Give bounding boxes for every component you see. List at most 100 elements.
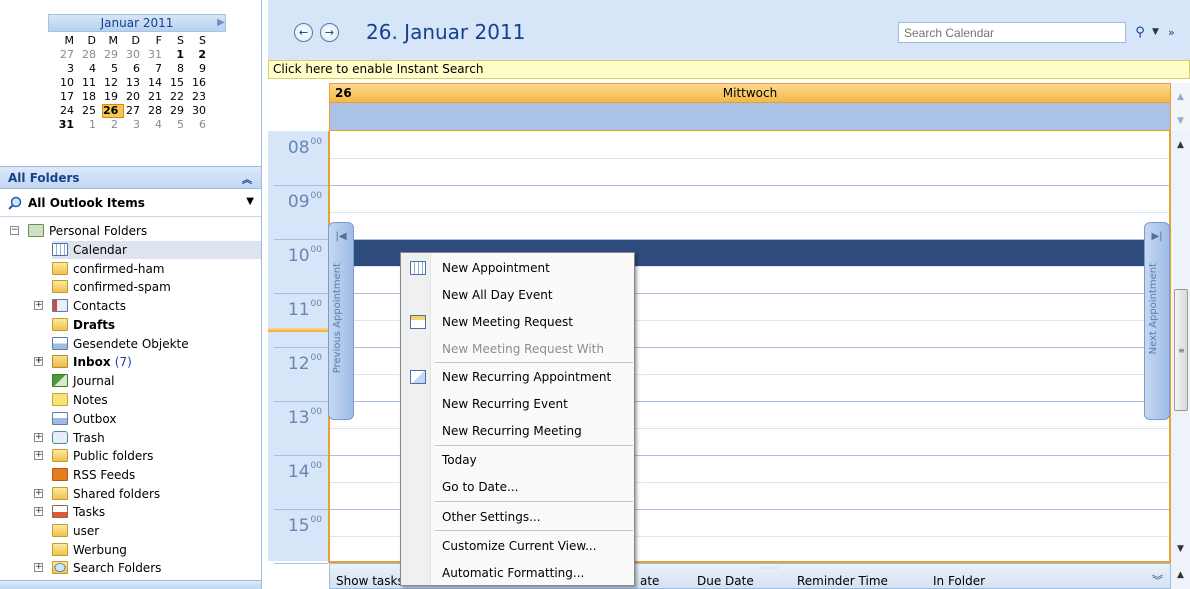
scroll-down-icon[interactable]: ▼ bbox=[1171, 113, 1190, 129]
mini-calendar-day[interactable]: 15 bbox=[168, 76, 190, 90]
mini-calendar-day[interactable]: 27 bbox=[58, 48, 80, 62]
expand-icon[interactable]: + bbox=[34, 357, 43, 366]
expand-icon[interactable]: + bbox=[34, 507, 43, 516]
menu-item-new-recurring-event[interactable]: New Recurring Event bbox=[402, 391, 634, 417]
forward-arrow-icon[interactable]: → bbox=[320, 23, 339, 42]
mini-calendar-day[interactable]: 31 bbox=[58, 118, 80, 132]
folder-user[interactable]: user bbox=[52, 522, 99, 540]
menu-item-new-meeting-request[interactable]: New Meeting Request bbox=[402, 309, 634, 335]
mini-calendar-day[interactable]: 7 bbox=[146, 62, 168, 76]
scrollbar-thumb[interactable]: ≡ bbox=[1174, 289, 1188, 411]
next-appointment-tab[interactable]: ▶| Next Appointment bbox=[1144, 222, 1170, 420]
folder-calendar[interactable]: Calendar bbox=[52, 241, 261, 259]
all-day-event-area[interactable] bbox=[329, 103, 1171, 131]
folder-public[interactable]: + Public folders bbox=[34, 447, 153, 465]
instant-search-bar[interactable]: Click here to enable Instant Search bbox=[268, 60, 1190, 79]
mini-calendar-day[interactable]: 5 bbox=[168, 118, 190, 132]
mini-calendar-day[interactable]: 30 bbox=[190, 104, 212, 118]
mini-calendar-day[interactable]: 19 bbox=[102, 90, 124, 104]
expand-icon[interactable]: + bbox=[34, 563, 43, 572]
folder-outbox[interactable]: Outbox bbox=[52, 410, 116, 428]
scroll-up-icon[interactable]: ▲ bbox=[1171, 567, 1190, 583]
mini-calendar-day[interactable]: 3 bbox=[58, 62, 80, 76]
menu-item-new-recurring-appointment[interactable]: New Recurring Appointment bbox=[402, 364, 634, 390]
mini-calendar-day[interactable]: 6 bbox=[124, 62, 146, 76]
mini-calendar-day[interactable]: 2 bbox=[190, 48, 212, 62]
mini-calendar-day[interactable]: 8 bbox=[168, 62, 190, 76]
mini-calendar-day[interactable]: 14 bbox=[146, 76, 168, 90]
collapse-chevron-icon[interactable]: ︽ bbox=[242, 171, 252, 186]
mini-calendar-day[interactable]: 30 bbox=[124, 48, 146, 62]
folder-personal[interactable]: − Personal Folders bbox=[10, 222, 147, 240]
mini-calendar-day[interactable]: 10 bbox=[58, 76, 80, 90]
folder-confirmed-spam[interactable]: confirmed-spam bbox=[52, 278, 171, 296]
due-date-column[interactable]: Due Date bbox=[697, 574, 754, 588]
folder-trash[interactable]: + Trash bbox=[34, 429, 105, 447]
mini-calendar-day[interactable]: 23 bbox=[190, 90, 212, 104]
next-month-icon[interactable]: ▶ bbox=[214, 15, 228, 31]
show-tasks-label[interactable]: Show tasks bbox=[336, 574, 404, 588]
mini-calendar-day[interactable]: 24 bbox=[58, 104, 80, 118]
folder-rss[interactable]: RSS Feeds bbox=[52, 466, 135, 484]
mini-calendar-day[interactable]: 2 bbox=[102, 118, 124, 132]
mini-calendar-day[interactable]: 18 bbox=[80, 90, 102, 104]
scroll-up-icon[interactable]: ▲ bbox=[1171, 89, 1190, 105]
folder-drafts[interactable]: Drafts bbox=[52, 316, 115, 334]
day-header[interactable]: 26 Mittwoch bbox=[329, 83, 1171, 103]
start-date-column[interactable]: ate bbox=[640, 574, 659, 588]
expand-icon[interactable]: + bbox=[34, 433, 43, 442]
mini-calendar-day[interactable]: 12 bbox=[102, 76, 124, 90]
vertical-scrollbar[interactable]: ▲ ≡ ▼ bbox=[1171, 131, 1190, 563]
expand-icon[interactable]: + bbox=[34, 489, 43, 498]
mini-calendar-day[interactable]: 17 bbox=[58, 90, 80, 104]
mini-calendar-day[interactable]: 16 bbox=[190, 76, 212, 90]
previous-appointment-tab[interactable]: |◀ Previous Appointment bbox=[328, 222, 354, 420]
mini-calendar-day[interactable]: 20 bbox=[124, 90, 146, 104]
folder-werbung[interactable]: Werbung bbox=[52, 541, 127, 559]
search-options-arrow-icon[interactable]: ▼ bbox=[1152, 22, 1162, 43]
mini-calendar-day[interactable]: 5 bbox=[102, 62, 124, 76]
menu-item-go-to-date[interactable]: Go to Date... bbox=[402, 474, 634, 500]
mini-calendar-day[interactable]: 28 bbox=[146, 104, 168, 118]
expand-query-chevron-icon[interactable]: » bbox=[1168, 22, 1175, 43]
menu-item-today[interactable]: Today bbox=[402, 447, 634, 473]
search-icon[interactable]: ⚲ bbox=[1128, 22, 1152, 43]
folder-journal[interactable]: Journal bbox=[52, 372, 115, 390]
mini-calendar-day[interactable]: 9 bbox=[190, 62, 212, 76]
all-folders-header[interactable]: All Folders ︽ bbox=[0, 166, 261, 189]
back-arrow-icon[interactable]: ← bbox=[294, 23, 313, 42]
scroll-down-icon[interactable]: ▼ bbox=[1171, 541, 1190, 557]
folder-sent[interactable]: Gesendete Objekte bbox=[52, 335, 189, 353]
mini-calendar-day[interactable]: 11 bbox=[80, 76, 102, 90]
mini-calendar-day[interactable]: 3 bbox=[124, 118, 146, 132]
task-scrollbar[interactable]: ▲ bbox=[1171, 563, 1190, 589]
expand-icon[interactable]: + bbox=[34, 451, 43, 460]
mini-calendar-day[interactable]: 25 bbox=[80, 104, 102, 118]
folder-confirmed-ham[interactable]: confirmed-ham bbox=[52, 260, 165, 278]
expand-chevron-icon[interactable]: ︾ bbox=[1152, 572, 1163, 588]
menu-item-new-all-day-event[interactable]: New All Day Event bbox=[402, 282, 634, 308]
mini-calendar-day[interactable]: 28 bbox=[80, 48, 102, 62]
folder-inbox[interactable]: + Inbox (7) bbox=[34, 353, 132, 371]
mini-calendar-day[interactable]: 29 bbox=[102, 48, 124, 62]
menu-item-automatic-formatting[interactable]: Automatic Formatting... bbox=[402, 560, 634, 586]
search-input[interactable] bbox=[898, 22, 1126, 43]
folder-tasks[interactable]: + Tasks bbox=[34, 503, 105, 521]
mini-calendar-day[interactable]: 13 bbox=[124, 76, 146, 90]
mini-calendar-day[interactable]: 4 bbox=[146, 118, 168, 132]
dropdown-arrow-icon[interactable]: ▼ bbox=[246, 196, 254, 207]
mini-calendar-day[interactable]: 1 bbox=[80, 118, 102, 132]
menu-item-customize-current-view[interactable]: Customize Current View... bbox=[402, 533, 634, 559]
folder-shared[interactable]: + Shared folders bbox=[34, 485, 160, 503]
all-day-scrollbar[interactable]: ▲ ▼ bbox=[1171, 83, 1190, 131]
mini-calendar-day[interactable]: 4 bbox=[80, 62, 102, 76]
in-folder-column[interactable]: In Folder bbox=[933, 574, 985, 588]
mini-calendar-day[interactable]: 22 bbox=[168, 90, 190, 104]
menu-item-other-settings[interactable]: Other Settings... bbox=[402, 504, 634, 530]
mini-calendar-day[interactable]: 29 bbox=[168, 104, 190, 118]
folder-contacts[interactable]: + Contacts bbox=[34, 297, 126, 315]
mini-calendar-day[interactable]: 27 bbox=[124, 104, 146, 118]
mini-calendar-day[interactable]: 26 bbox=[102, 104, 124, 118]
scroll-up-icon[interactable]: ▲ bbox=[1171, 137, 1190, 153]
menu-item-new-appointment[interactable]: New Appointment bbox=[402, 255, 634, 281]
